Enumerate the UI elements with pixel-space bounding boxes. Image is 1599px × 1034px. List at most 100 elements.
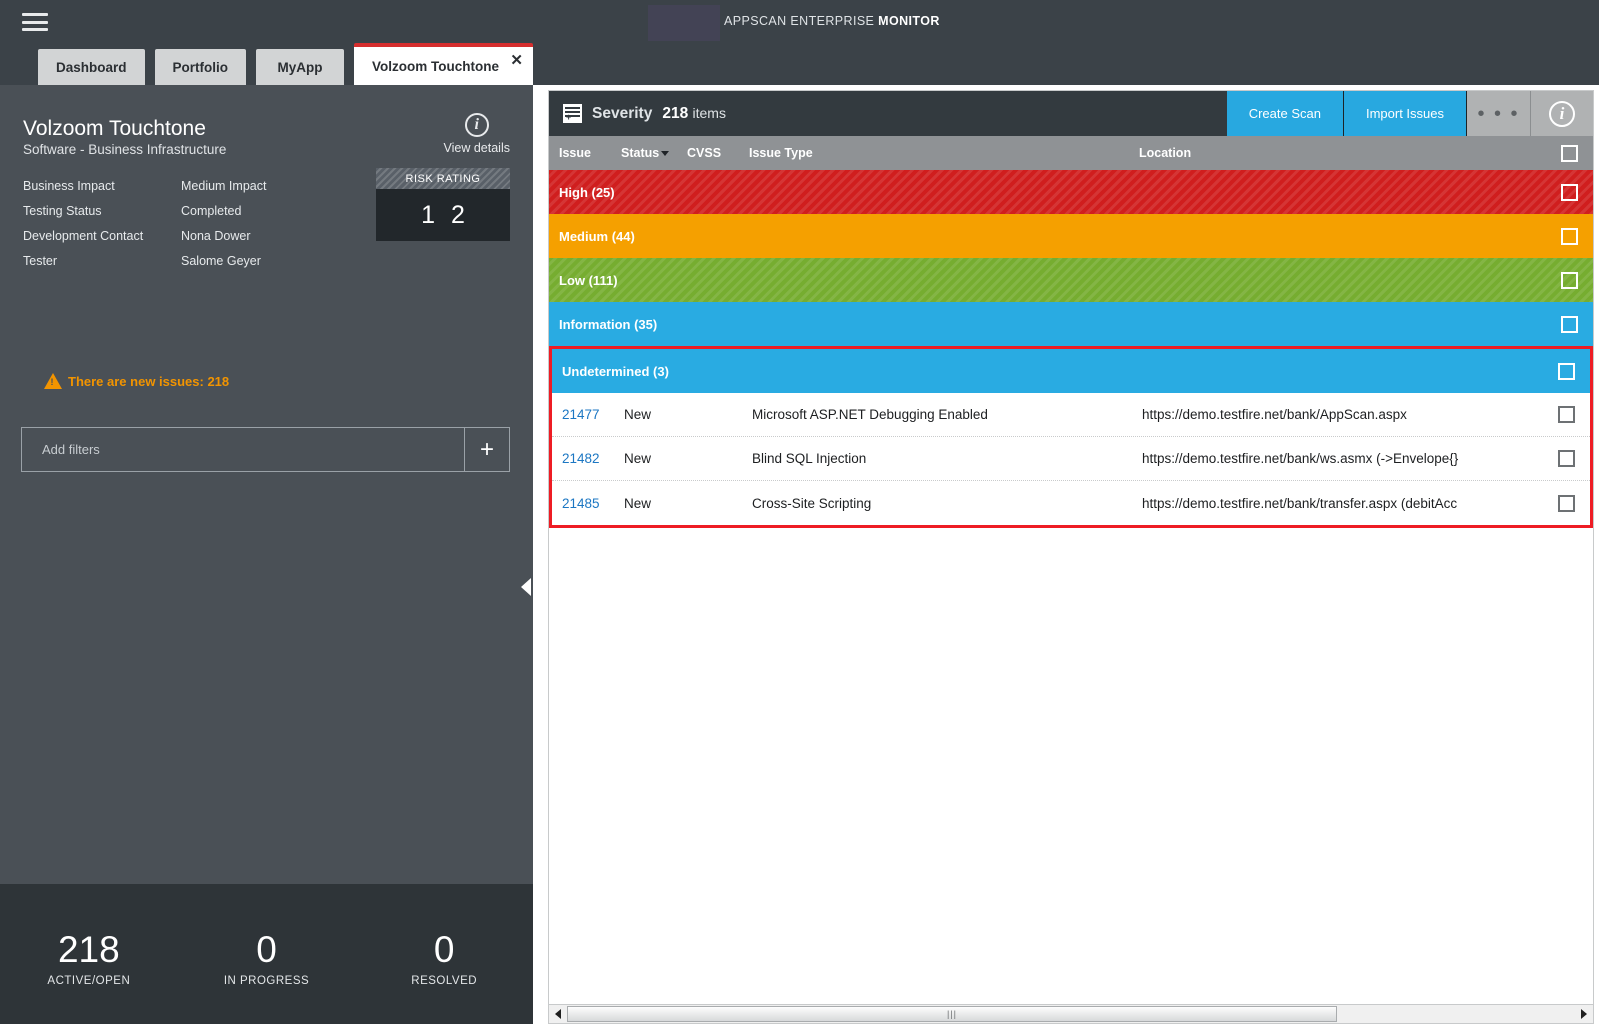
create-scan-button[interactable]: Create Scan (1227, 91, 1344, 136)
window-bottom-strip (0, 1024, 1599, 1034)
tab-label: Portfolio (173, 60, 229, 75)
tab-label: Volzoom Touchtone (372, 59, 499, 74)
collapse-panel-handle[interactable] (519, 575, 533, 599)
more-actions-button[interactable]: • • • (1467, 91, 1531, 136)
risk-rating-title: RISK RATING (376, 168, 510, 189)
metadata-row: Development Contact Nona Dower (23, 223, 353, 248)
issue-id-link[interactable]: 21482 (552, 451, 624, 466)
row-check-cell (1543, 495, 1590, 512)
severity-group-check-cell (1546, 272, 1593, 289)
severity-group-checkbox[interactable] (1558, 363, 1575, 380)
add-filter-button[interactable]: + (464, 428, 509, 471)
page-title: Volzoom Touchtone (23, 117, 206, 141)
issue-status-summary: 218 ACTIVE/OPEN 0 IN PROGRESS 0 RESOLVED (0, 884, 533, 1034)
issues-grid-panel: + Severity 218 items Create Scan Import … (548, 90, 1594, 1010)
view-details-label: View details (444, 141, 510, 155)
item-count-label: items (693, 105, 726, 121)
metadata-value: Nona Dower (181, 223, 353, 248)
tab-label: MyApp (278, 60, 323, 75)
column-header-issue[interactable]: Issue (549, 146, 621, 160)
severity-group-checkbox[interactable] (1561, 316, 1578, 333)
grid-info-button[interactable]: i (1531, 91, 1593, 136)
stat-active-open: 218 ACTIVE/OPEN (0, 884, 178, 1034)
severity-group-low[interactable]: Low (111) (549, 258, 1593, 302)
scrollbar-track[interactable]: ||| (567, 1006, 1575, 1022)
add-filters-input[interactable] (22, 428, 464, 471)
row-checkbox[interactable] (1558, 406, 1575, 423)
issue-location: https://demo.testfire.net/bank/transfer.… (1142, 496, 1543, 511)
stat-number: 218 (58, 931, 120, 970)
table-row[interactable]: 21482 New Blind SQL Injection https://de… (552, 437, 1590, 481)
metadata-value: Medium Impact (181, 173, 353, 198)
appscan-enterprise-monitor-window: APPSCAN ENTERPRISE MONITOR Dashboard Por… (0, 0, 1599, 1034)
severity-group-medium[interactable]: Medium (44) (549, 214, 1593, 258)
severity-group-high[interactable]: High (25) (549, 170, 1593, 214)
stat-number: 0 (434, 931, 455, 970)
product-title-suffix: MONITOR (878, 14, 940, 28)
issue-id-link[interactable]: 21477 (552, 407, 624, 422)
tab-close-icon[interactable]: ✕ (510, 53, 523, 68)
new-issues-alert: There are new issues: 218 (44, 373, 229, 389)
horizontal-scrollbar[interactable]: ||| (548, 1004, 1594, 1024)
column-header-issue-type[interactable]: Issue Type (749, 146, 1139, 160)
severity-group-label: Medium (44) (559, 229, 1546, 244)
row-checkbox[interactable] (1558, 495, 1575, 512)
severity-group-information[interactable]: Information (35) (549, 302, 1593, 346)
severity-group-label: High (25) (559, 185, 1546, 200)
hamburger-menu-icon[interactable] (22, 10, 48, 34)
product-title: APPSCAN ENTERPRISE MONITOR (724, 14, 940, 28)
issue-status: New (624, 496, 690, 511)
hamburger-line (22, 28, 48, 31)
tab-myapp[interactable]: MyApp (256, 49, 344, 85)
column-header-location[interactable]: Location (1139, 146, 1546, 160)
severity-group-undetermined[interactable]: Undetermined (3) (552, 349, 1590, 393)
product-title-prefix: APPSCAN ENTERPRISE (724, 14, 874, 28)
table-row[interactable]: 21485 New Cross-Site Scripting https://d… (552, 481, 1590, 525)
top-bar: APPSCAN ENTERPRISE MONITOR Dashboard Por… (0, 0, 1599, 85)
column-header-cvss[interactable]: CVSS (687, 146, 749, 160)
application-details-panel: Volzoom Touchtone Software - Business In… (0, 85, 533, 1034)
stat-number: 0 (256, 931, 277, 970)
application-category: Software - Business Infrastructure (23, 142, 226, 157)
issue-type: Blind SQL Injection (752, 451, 1142, 466)
row-checkbox[interactable] (1558, 450, 1575, 467)
metadata-row: Testing Status Completed (23, 198, 353, 223)
severity-group-label: Low (111) (559, 273, 1546, 288)
metadata-value: Completed (181, 198, 353, 223)
row-check-cell (1543, 450, 1590, 467)
grid-toolbar-title: + Severity 218 items (549, 91, 1227, 136)
select-all-checkbox[interactable] (1561, 145, 1578, 162)
tab-dashboard[interactable]: Dashboard (38, 49, 145, 85)
table-row[interactable]: 21477 New Microsoft ASP.NET Debugging En… (552, 393, 1590, 437)
severity-group-checkbox[interactable] (1561, 228, 1578, 245)
scroll-right-arrow-icon[interactable] (1575, 1005, 1593, 1023)
risk-digit-2: 2 (451, 201, 465, 230)
info-icon: i (1549, 101, 1575, 127)
severity-group-icon: + (563, 104, 582, 123)
stat-resolved: 0 RESOLVED (355, 884, 533, 1034)
issue-id-link[interactable]: 21485 (552, 496, 624, 511)
column-header-status[interactable]: Status (621, 146, 687, 160)
warning-triangle-icon (44, 373, 62, 389)
scrollbar-grip: ||| (947, 1009, 957, 1019)
severity-group-checkbox[interactable] (1561, 184, 1578, 201)
issue-location: https://demo.testfire.net/bank/AppScan.a… (1142, 407, 1543, 422)
risk-rating-widget: RISK RATING 1 2 (376, 168, 510, 241)
scroll-left-arrow-icon[interactable] (549, 1005, 567, 1023)
metadata-key: Testing Status (23, 198, 181, 223)
stat-label: RESOLVED (411, 975, 477, 987)
severity-group-label: Undetermined (3) (562, 364, 1543, 379)
metadata-key: Business Impact (23, 173, 181, 198)
hamburger-line (22, 13, 48, 16)
severity-group-checkbox[interactable] (1561, 272, 1578, 289)
sort-descending-icon (661, 151, 669, 156)
view-details-button[interactable]: i View details (444, 113, 510, 155)
tab-volzoom-touchtone[interactable]: Volzoom Touchtone ✕ (354, 43, 533, 85)
plus-glyph: + (566, 113, 571, 122)
metadata-key: Development Contact (23, 223, 181, 248)
import-issues-button[interactable]: Import Issues (1344, 91, 1467, 136)
issue-status: New (624, 451, 690, 466)
scrollbar-thumb[interactable]: ||| (567, 1006, 1337, 1022)
tab-portfolio[interactable]: Portfolio (155, 49, 247, 85)
filter-bar: + (21, 427, 510, 472)
